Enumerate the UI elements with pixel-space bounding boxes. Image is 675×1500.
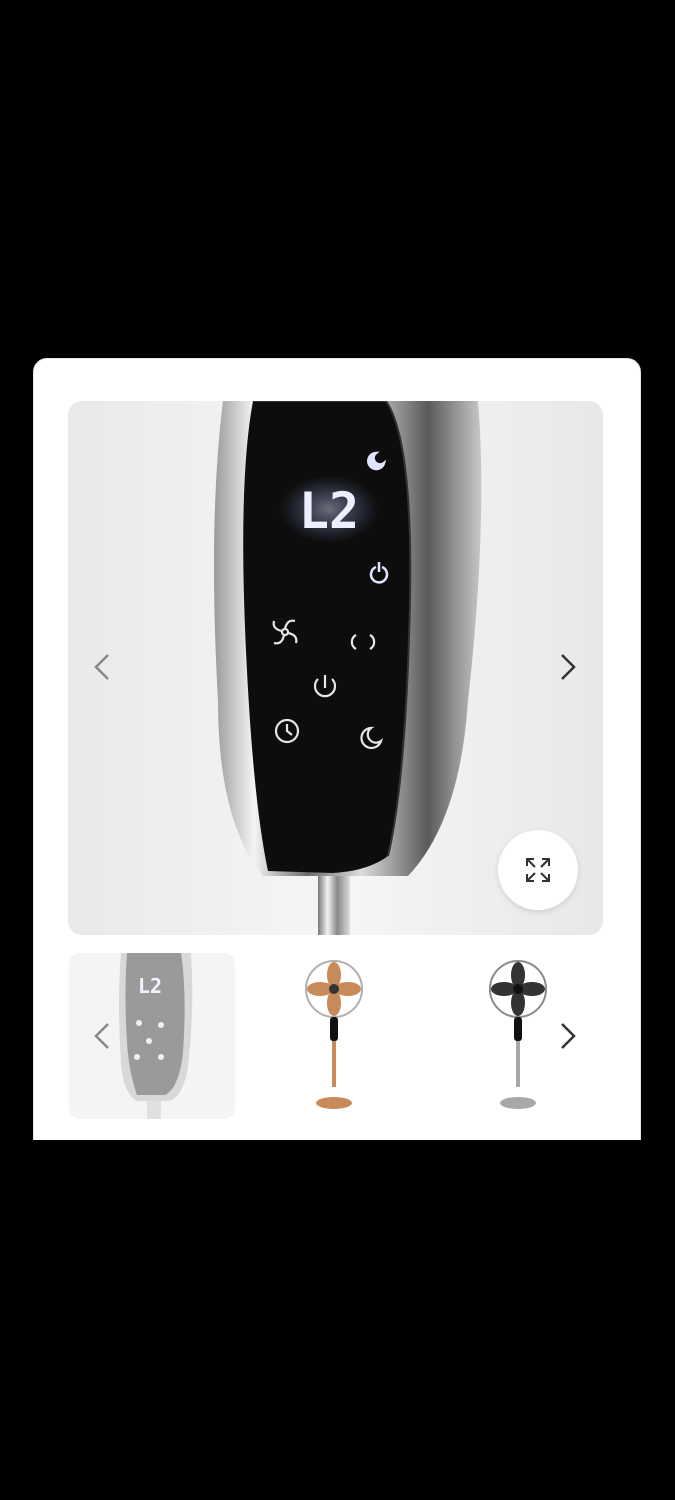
led-display-text: L2: [299, 482, 359, 540]
expand-icon: [526, 858, 550, 882]
main-prev-arrow-icon[interactable]: [86, 649, 122, 685]
screen-bottom-area: [0, 1140, 675, 1500]
thumbnail-copper-fan[interactable]: [252, 953, 418, 1119]
expand-image-button[interactable]: [498, 830, 578, 910]
thumbs-prev-arrow-icon[interactable]: [86, 1018, 122, 1054]
thumbs-next-arrow-icon[interactable]: [550, 1018, 586, 1054]
main-next-arrow-icon[interactable]: [550, 649, 586, 685]
